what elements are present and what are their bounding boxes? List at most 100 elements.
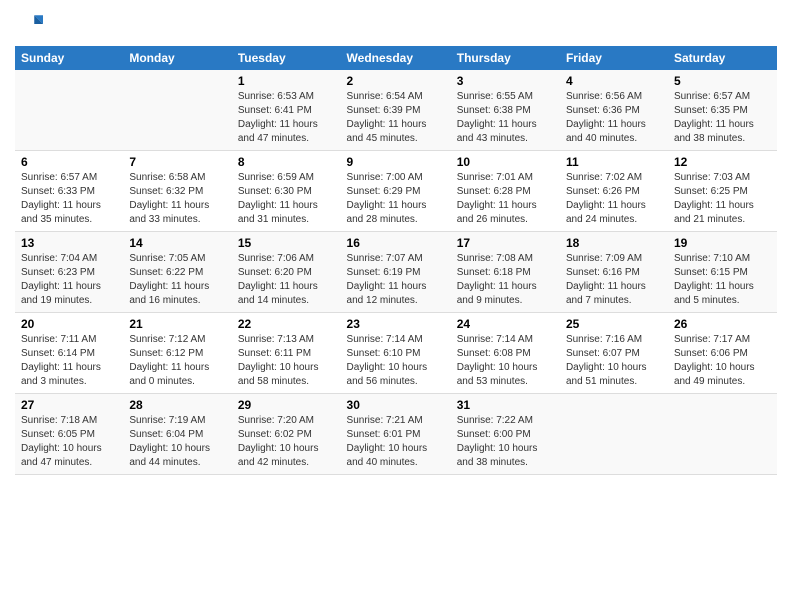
weekday-header: Friday bbox=[560, 46, 668, 70]
calendar-cell: 11 Sunrise: 7:02 AMSunset: 6:26 PMDayligh… bbox=[560, 151, 668, 232]
day-number: 1 bbox=[238, 74, 335, 88]
day-number: 19 bbox=[674, 236, 771, 250]
day-info: Sunrise: 7:17 AMSunset: 6:06 PMDaylight:… bbox=[674, 333, 771, 389]
day-number: 22 bbox=[238, 317, 335, 331]
calendar-cell: 3 Sunrise: 6:55 AMSunset: 6:38 PMDaylight… bbox=[451, 70, 560, 151]
day-number: 17 bbox=[457, 236, 554, 250]
calendar-cell: 1 Sunrise: 6:53 AMSunset: 6:41 PMDaylight… bbox=[232, 70, 341, 151]
day-number: 4 bbox=[566, 74, 662, 88]
day-info: Sunrise: 6:53 AMSunset: 6:41 PMDaylight:… bbox=[238, 90, 335, 146]
day-info: Sunrise: 7:12 AMSunset: 6:12 PMDaylight:… bbox=[129, 333, 226, 389]
calendar-cell bbox=[15, 70, 123, 151]
day-number: 21 bbox=[129, 317, 226, 331]
calendar-cell: 7Sunrise: 6:58 AMSunset: 6:32 PMDaylight… bbox=[123, 151, 232, 232]
day-info: Sunrise: 6:55 AMSunset: 6:38 PMDaylight:… bbox=[457, 90, 554, 146]
day-info: Sunrise: 6:54 AMSunset: 6:39 PMDaylight:… bbox=[347, 90, 445, 146]
calendar-cell: 4Sunrise: 6:56 AMSunset: 6:36 PMDaylight… bbox=[560, 70, 668, 151]
day-number: 9 bbox=[347, 155, 445, 169]
calendar-week-row: 20 Sunrise: 7:11 AMSunset: 6:14 PMDayligh… bbox=[15, 313, 777, 394]
weekday-header: Saturday bbox=[668, 46, 777, 70]
calendar-cell: 23 Sunrise: 7:14 AMSunset: 6:10 PMDayligh… bbox=[341, 313, 451, 394]
day-info: Sunrise: 7:03 AMSunset: 6:25 PMDaylight:… bbox=[674, 171, 771, 227]
day-number: 30 bbox=[347, 398, 445, 412]
calendar-cell bbox=[668, 394, 777, 475]
calendar-cell: 19 Sunrise: 7:10 AMSunset: 6:15 PMDayligh… bbox=[668, 232, 777, 313]
day-info: Sunrise: 7:09 AMSunset: 6:16 PMDaylight:… bbox=[566, 252, 662, 308]
day-info: Sunrise: 7:14 AMSunset: 6:08 PMDaylight:… bbox=[457, 333, 554, 389]
calendar-cell: 24 Sunrise: 7:14 AMSunset: 6:08 PMDayligh… bbox=[451, 313, 560, 394]
day-number: 5 bbox=[674, 74, 771, 88]
day-number: 14 bbox=[129, 236, 226, 250]
calendar-cell: 13Sunrise: 7:04 AMSunset: 6:23 PMDayligh… bbox=[15, 232, 123, 313]
day-number: 23 bbox=[347, 317, 445, 331]
calendar-cell: 25 Sunrise: 7:16 AMSunset: 6:07 PMDayligh… bbox=[560, 313, 668, 394]
calendar-cell: 21 Sunrise: 7:12 AMSunset: 6:12 PMDayligh… bbox=[123, 313, 232, 394]
calendar-cell: 8 Sunrise: 6:59 AMSunset: 6:30 PMDaylight… bbox=[232, 151, 341, 232]
day-info: Sunrise: 7:19 AMSunset: 6:04 PMDaylight:… bbox=[129, 414, 226, 470]
weekday-header: Tuesday bbox=[232, 46, 341, 70]
day-number: 12 bbox=[674, 155, 771, 169]
calendar-table: SundayMondayTuesdayWednesdayThursdayFrid… bbox=[15, 46, 777, 475]
calendar-header-row: SundayMondayTuesdayWednesdayThursdayFrid… bbox=[15, 46, 777, 70]
calendar-cell: 16 Sunrise: 7:07 AMSunset: 6:19 PMDayligh… bbox=[341, 232, 451, 313]
calendar-cell: 9 Sunrise: 7:00 AMSunset: 6:29 PMDaylight… bbox=[341, 151, 451, 232]
day-number: 26 bbox=[674, 317, 771, 331]
day-number: 7 bbox=[129, 155, 226, 169]
day-number: 3 bbox=[457, 74, 554, 88]
day-info: Sunrise: 7:01 AMSunset: 6:28 PMDaylight:… bbox=[457, 171, 554, 227]
day-info: Sunrise: 7:18 AMSunset: 6:05 PMDaylight:… bbox=[21, 414, 117, 470]
calendar-cell: 30Sunrise: 7:21 AMSunset: 6:01 PMDayligh… bbox=[341, 394, 451, 475]
header bbox=[15, 10, 777, 38]
weekday-header: Thursday bbox=[451, 46, 560, 70]
weekday-header: Wednesday bbox=[341, 46, 451, 70]
calendar-cell bbox=[560, 394, 668, 475]
day-info: Sunrise: 7:07 AMSunset: 6:19 PMDaylight:… bbox=[347, 252, 445, 308]
calendar-cell: 26 Sunrise: 7:17 AMSunset: 6:06 PMDayligh… bbox=[668, 313, 777, 394]
calendar-cell: 22 Sunrise: 7:13 AMSunset: 6:11 PMDayligh… bbox=[232, 313, 341, 394]
calendar-cell: 20 Sunrise: 7:11 AMSunset: 6:14 PMDayligh… bbox=[15, 313, 123, 394]
day-number: 27 bbox=[21, 398, 117, 412]
day-number: 24 bbox=[457, 317, 554, 331]
calendar-cell: 31 Sunrise: 7:22 AMSunset: 6:00 PMDayligh… bbox=[451, 394, 560, 475]
day-number: 18 bbox=[566, 236, 662, 250]
day-number: 6 bbox=[21, 155, 117, 169]
day-number: 28 bbox=[129, 398, 226, 412]
day-number: 10 bbox=[457, 155, 554, 169]
day-number: 8 bbox=[238, 155, 335, 169]
calendar-cell: 14 Sunrise: 7:05 AMSunset: 6:22 PMDayligh… bbox=[123, 232, 232, 313]
day-info: Sunrise: 6:59 AMSunset: 6:30 PMDaylight:… bbox=[238, 171, 335, 227]
day-number: 11 bbox=[566, 155, 662, 169]
calendar-cell: 10 Sunrise: 7:01 AMSunset: 6:28 PMDayligh… bbox=[451, 151, 560, 232]
day-number: 15 bbox=[238, 236, 335, 250]
calendar-cell: 15 Sunrise: 7:06 AMSunset: 6:20 PMDayligh… bbox=[232, 232, 341, 313]
day-info: Sunrise: 7:02 AMSunset: 6:26 PMDaylight:… bbox=[566, 171, 662, 227]
calendar-cell: 27 Sunrise: 7:18 AMSunset: 6:05 PMDayligh… bbox=[15, 394, 123, 475]
page-container: SundayMondayTuesdayWednesdayThursdayFrid… bbox=[0, 0, 792, 485]
day-info: Sunrise: 7:13 AMSunset: 6:11 PMDaylight:… bbox=[238, 333, 335, 389]
day-info: Sunrise: 7:22 AMSunset: 6:00 PMDaylight:… bbox=[457, 414, 554, 470]
day-info: Sunrise: 7:14 AMSunset: 6:10 PMDaylight:… bbox=[347, 333, 445, 389]
day-info: Sunrise: 7:10 AMSunset: 6:15 PMDaylight:… bbox=[674, 252, 771, 308]
calendar-week-row: 6Sunrise: 6:57 AMSunset: 6:33 PMDaylight… bbox=[15, 151, 777, 232]
weekday-header: Sunday bbox=[15, 46, 123, 70]
calendar-cell: 29Sunrise: 7:20 AMSunset: 6:02 PMDayligh… bbox=[232, 394, 341, 475]
calendar-cell: 28 Sunrise: 7:19 AMSunset: 6:04 PMDayligh… bbox=[123, 394, 232, 475]
calendar-cell bbox=[123, 70, 232, 151]
calendar-week-row: 1 Sunrise: 6:53 AMSunset: 6:41 PMDaylight… bbox=[15, 70, 777, 151]
calendar-week-row: 13Sunrise: 7:04 AMSunset: 6:23 PMDayligh… bbox=[15, 232, 777, 313]
logo bbox=[15, 10, 45, 38]
day-info: Sunrise: 7:06 AMSunset: 6:20 PMDaylight:… bbox=[238, 252, 335, 308]
calendar-cell: 6Sunrise: 6:57 AMSunset: 6:33 PMDaylight… bbox=[15, 151, 123, 232]
calendar-cell: 17Sunrise: 7:08 AMSunset: 6:18 PMDayligh… bbox=[451, 232, 560, 313]
day-number: 16 bbox=[347, 236, 445, 250]
day-info: Sunrise: 7:16 AMSunset: 6:07 PMDaylight:… bbox=[566, 333, 662, 389]
day-info: Sunrise: 6:57 AMSunset: 6:35 PMDaylight:… bbox=[674, 90, 771, 146]
day-info: Sunrise: 7:11 AMSunset: 6:14 PMDaylight:… bbox=[21, 333, 117, 389]
day-number: 25 bbox=[566, 317, 662, 331]
day-number: 13 bbox=[21, 236, 117, 250]
day-info: Sunrise: 7:00 AMSunset: 6:29 PMDaylight:… bbox=[347, 171, 445, 227]
day-number: 20 bbox=[21, 317, 117, 331]
day-info: Sunrise: 7:05 AMSunset: 6:22 PMDaylight:… bbox=[129, 252, 226, 308]
day-number: 31 bbox=[457, 398, 554, 412]
calendar-week-row: 27 Sunrise: 7:18 AMSunset: 6:05 PMDayligh… bbox=[15, 394, 777, 475]
